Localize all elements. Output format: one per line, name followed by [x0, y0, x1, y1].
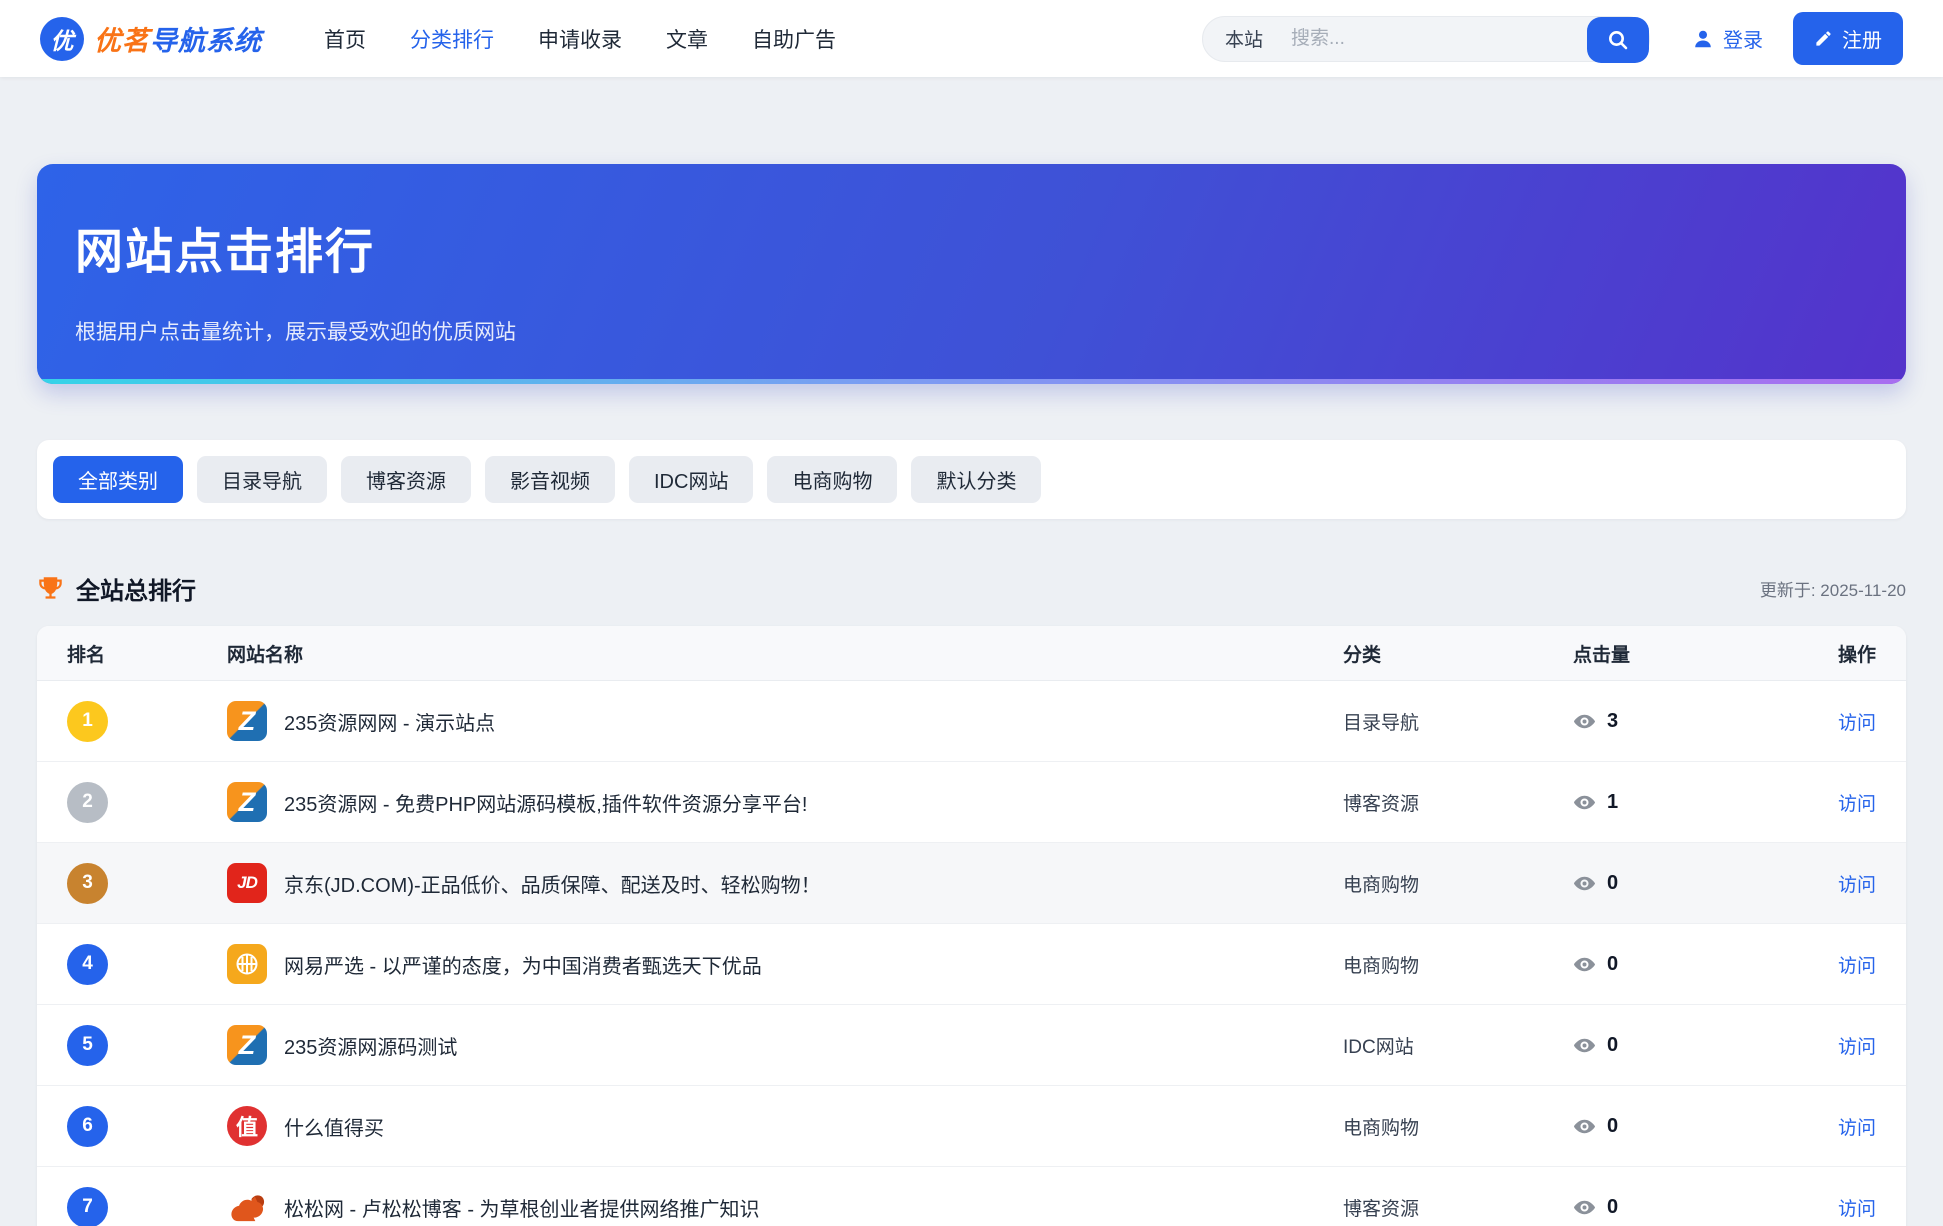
nav-item[interactable]: 文章 [666, 24, 708, 54]
page-title: 网站点击排行 [75, 212, 1868, 282]
click-count: 1 [1607, 791, 1618, 814]
table-row: 3 JD 京东(JD.COM)-正品低价、品质保障、配送及时、轻松购物！ 电商购物 0 访… [37, 843, 1906, 924]
eye-icon [1573, 710, 1596, 733]
site-category: 博客资源 [1343, 1194, 1573, 1221]
visit-link[interactable]: 访问 [1743, 951, 1876, 978]
site-category: 电商购物 [1343, 870, 1573, 897]
search-input[interactable] [1291, 28, 1521, 50]
category-chip[interactable]: IDC网站 [629, 456, 753, 503]
table-row: 5 Z 235资源网源码测试 IDC网站 0 访问 [37, 1005, 1906, 1086]
songsong-favicon [227, 1187, 267, 1226]
rank-badge: 1 [67, 701, 108, 742]
ranking-section-header: 全站总排行 更新于: 2025-11-20 [37, 571, 1906, 606]
site-logo[interactable]: 优 优茗导航系统 [40, 17, 262, 61]
column-header: 分类 [1343, 640, 1573, 667]
visit-link[interactable]: 访问 [1743, 708, 1876, 735]
category-chip[interactable]: 默认分类 [911, 456, 1041, 503]
site-category: 博客资源 [1343, 789, 1573, 816]
site-category: 电商购物 [1343, 951, 1573, 978]
rank-badge: 3 [67, 863, 108, 904]
brand-title: 优茗导航系统 [94, 19, 262, 58]
visit-link[interactable]: 访问 [1743, 1113, 1876, 1140]
nav-item[interactable]: 申请收录 [538, 24, 622, 54]
search-bar: 本站 [1202, 16, 1650, 62]
trophy-icon [37, 575, 64, 602]
search-icon [1606, 28, 1630, 52]
z235-favicon: Z [227, 1025, 267, 1065]
register-button[interactable]: 注册 [1793, 12, 1903, 65]
rank-badge: 6 [67, 1106, 108, 1147]
user-icon [1692, 28, 1714, 50]
category-chip[interactable]: 电商购物 [767, 456, 897, 503]
category-chip[interactable]: 博客资源 [341, 456, 471, 503]
site-category: 目录导航 [1343, 708, 1573, 735]
section-title: 全站总排行 [76, 571, 196, 606]
site-category: IDC网站 [1343, 1032, 1573, 1059]
nav-item[interactable]: 自助广告 [752, 24, 836, 54]
click-count: 3 [1607, 710, 1618, 733]
rank-badge: 4 [67, 944, 108, 985]
eye-icon [1573, 953, 1596, 976]
login-link[interactable]: 登录 [1692, 24, 1763, 53]
nav-item[interactable]: 首页 [324, 24, 366, 54]
visit-link[interactable]: 访问 [1743, 870, 1876, 897]
eye-icon [1573, 1196, 1596, 1219]
z235-favicon: Z [227, 782, 267, 822]
table-row: 2 Z 235资源网 - 免费PHP网站源码模板,插件软件资源分享平台! 博客资源 1 访… [37, 762, 1906, 843]
eye-icon [1573, 791, 1596, 814]
rank-badge: 7 [67, 1187, 108, 1226]
click-count: 0 [1607, 1196, 1618, 1219]
table-row: 1 Z 235资源网网 - 演示站点 目录导航 3 访问 [37, 681, 1906, 762]
search-scope-select[interactable]: 本站 [1225, 25, 1263, 52]
category-filter: 全部类别目录导航博客资源影音视频 IDC网站电商购物默认分类 [37, 440, 1906, 519]
visit-link[interactable]: 访问 [1743, 1032, 1876, 1059]
z235-favicon: Z [227, 701, 267, 741]
column-header: 操作 [1743, 640, 1876, 667]
page-subtitle: 根据用户点击量统计，展示最受欢迎的优质网站 [75, 316, 1868, 346]
rank-badge: 5 [67, 1025, 108, 1066]
column-header: 点击量 [1573, 640, 1743, 667]
ranking-rows: 1 Z 235资源网网 - 演示站点 目录导航 3 访问 2 Z 235资源网 - 免费PHP网… [37, 681, 1906, 1226]
table-row: 4 网易严选 - 以严谨的态度，为中国消费者甄选天下优品 电商购物 0 访问 [37, 924, 1906, 1005]
eye-icon [1573, 1034, 1596, 1057]
table-row: 7 松松网 - 卢松松博客 - 为草根创业者提供网络推广知识 博客资源 0 访问 [37, 1167, 1906, 1226]
eye-icon [1573, 1115, 1596, 1138]
site-category: 电商购物 [1343, 1113, 1573, 1140]
site-title-link[interactable]: 235资源网源码测试 [284, 1031, 457, 1060]
hero-accent-strip [37, 379, 1906, 384]
rank-badge: 2 [67, 782, 108, 823]
site-title-link[interactable]: 235资源网 - 免费PHP网站源码模板,插件软件资源分享平台! [284, 788, 807, 817]
ranking-table: 排名网站名称分类点击量操作 1Z235资源网网 - 演示站点目录导航3访问2Z2… [37, 626, 1906, 1226]
search-button[interactable] [1587, 17, 1649, 63]
click-count: 0 [1607, 1115, 1618, 1138]
main-nav: 首页 分类排行 申请收录 文章 自助广告 [324, 24, 836, 54]
visit-link[interactable]: 访问 [1743, 1194, 1876, 1221]
eye-icon [1573, 872, 1596, 895]
top-header: 优 优茗导航系统 首页 分类排行 申请收录 文章 自助广告 本站 登录 注册 [0, 0, 1943, 77]
site-title-link[interactable]: 235资源网网 - 演示站点 [284, 707, 495, 736]
pencil-icon [1814, 29, 1833, 48]
column-header: 网站名称 [227, 640, 1343, 667]
click-count: 0 [1607, 953, 1618, 976]
click-count: 0 [1607, 872, 1618, 895]
table-header-row: 排名网站名称分类点击量操作 [37, 626, 1906, 681]
logo-icon: 优 [40, 17, 84, 61]
site-title-link[interactable]: 网易严选 - 以严谨的态度，为中国消费者甄选天下优品 [284, 950, 762, 979]
table-row: 6 值什么值得买 电商购物 0 访问 [37, 1086, 1906, 1167]
yanxuan-favicon [227, 944, 267, 984]
visit-link[interactable]: 访问 [1743, 789, 1876, 816]
hero-banner: 网站点击排行 根据用户点击量统计，展示最受欢迎的优质网站 [37, 164, 1906, 384]
zhidemai-favicon: 值 [227, 1106, 267, 1146]
click-count: 0 [1607, 1034, 1618, 1057]
category-chip[interactable]: 全部类别 [53, 456, 183, 503]
site-title-link[interactable]: 京东(JD.COM)-正品低价、品质保障、配送及时、轻松购物！ [284, 869, 821, 898]
updated-date: 更新于: 2025-11-20 [1760, 576, 1906, 601]
category-chip[interactable]: 目录导航 [197, 456, 327, 503]
site-title-link[interactable]: 什么值得买 [284, 1112, 384, 1141]
site-title-link[interactable]: 松松网 - 卢松松博客 - 为草根创业者提供网络推广知识 [284, 1193, 760, 1222]
jd-favicon: JD [227, 863, 267, 903]
column-header: 排名 [67, 640, 227, 667]
nav-item[interactable]: 分类排行 [410, 24, 494, 54]
category-chip[interactable]: 影音视频 [485, 456, 615, 503]
